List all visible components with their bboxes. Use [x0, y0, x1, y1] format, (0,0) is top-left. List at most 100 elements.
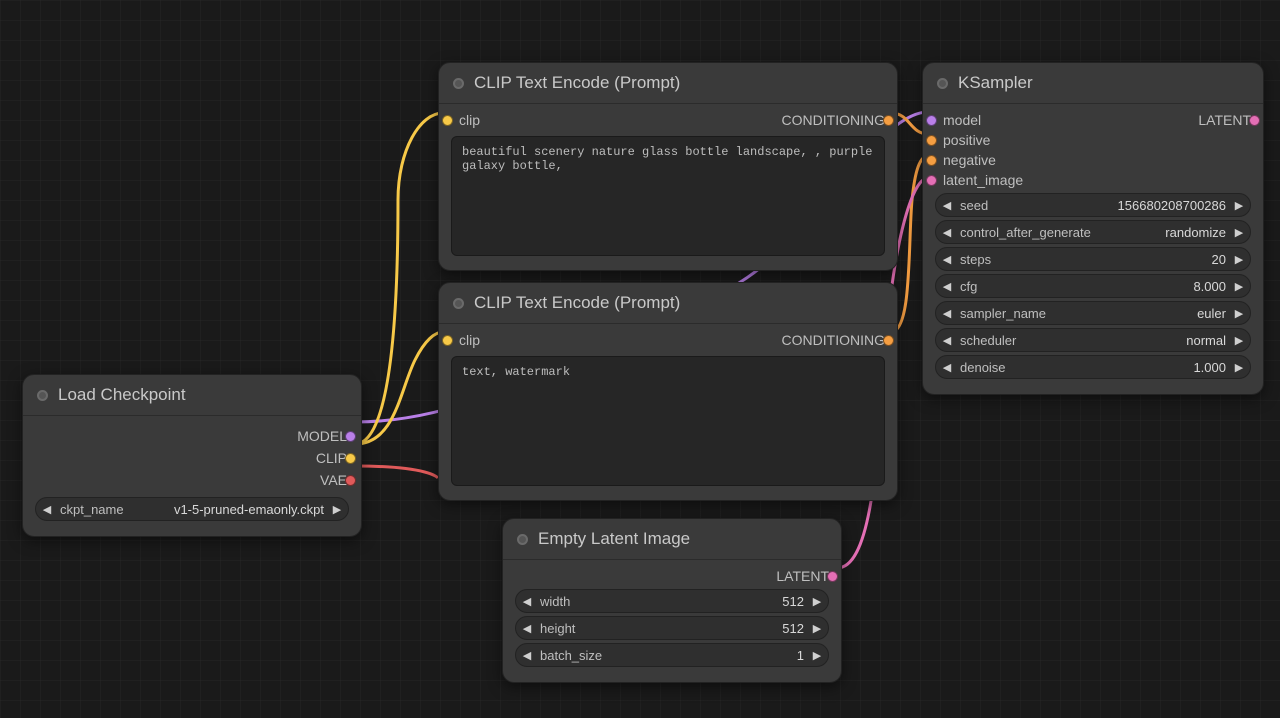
input-port-negative[interactable] [926, 155, 937, 166]
node-title: CLIP Text Encode (Prompt) [474, 73, 680, 93]
height-widget[interactable]: ◀ height 512 ▶ [515, 616, 829, 640]
output-label-clip: CLIP [316, 450, 347, 466]
output-label-latent: LATENT [776, 568, 829, 584]
output-label-vae: VAE [320, 472, 347, 488]
steps-value: 20 [1206, 252, 1232, 267]
input-port-positive[interactable] [926, 135, 937, 146]
seed-label: seed [954, 198, 994, 213]
output-port-model[interactable] [345, 431, 356, 442]
input-port-latent-image[interactable] [926, 175, 937, 186]
batch-size-value: 1 [791, 648, 810, 663]
ckpt-name-widget[interactable]: ◀ ckpt_name v1-5-pruned-emaonly.ckpt ▶ [35, 497, 349, 521]
node-clip-text-encode-negative[interactable]: CLIP Text Encode (Prompt) clip CONDITION… [438, 282, 898, 501]
denoise-widget[interactable]: ◀ denoise 1.000 ▶ [935, 355, 1251, 379]
ckpt-name-value: v1-5-pruned-emaonly.ckpt [168, 502, 330, 517]
chevron-left-icon[interactable]: ◀ [940, 334, 954, 347]
node-title: Empty Latent Image [538, 529, 690, 549]
output-label-conditioning: CONDITIONING [782, 332, 885, 348]
control-label: control_after_generate [954, 225, 1097, 240]
cfg-widget[interactable]: ◀ cfg 8.000 ▶ [935, 274, 1251, 298]
chevron-right-icon[interactable]: ▶ [330, 503, 344, 516]
sampler-name-widget[interactable]: ◀ sampler_name euler ▶ [935, 301, 1251, 325]
chevron-right-icon[interactable]: ▶ [1232, 226, 1246, 239]
input-label-positive: positive [943, 132, 990, 148]
batch-size-widget[interactable]: ◀ batch_size 1 ▶ [515, 643, 829, 667]
control-after-generate-widget[interactable]: ◀ control_after_generate randomize ▶ [935, 220, 1251, 244]
output-port-clip[interactable] [345, 453, 356, 464]
scheduler-value: normal [1180, 333, 1232, 348]
input-label-clip: clip [459, 112, 480, 128]
width-label: width [534, 594, 576, 609]
node-header[interactable]: Load Checkpoint [23, 375, 361, 416]
node-title: KSampler [958, 73, 1033, 93]
node-ksampler[interactable]: KSampler model LATENT positive negative … [922, 62, 1264, 395]
chevron-left-icon[interactable]: ◀ [940, 226, 954, 239]
node-header[interactable]: CLIP Text Encode (Prompt) [439, 63, 897, 104]
width-value: 512 [776, 594, 810, 609]
control-value: randomize [1159, 225, 1232, 240]
cfg-label: cfg [954, 279, 983, 294]
chevron-right-icon[interactable]: ▶ [1232, 361, 1246, 374]
collapse-toggle-icon[interactable] [453, 298, 464, 309]
input-label-model: model [943, 112, 981, 128]
chevron-left-icon[interactable]: ◀ [940, 199, 954, 212]
scheduler-widget[interactable]: ◀ scheduler normal ▶ [935, 328, 1251, 352]
chevron-left-icon[interactable]: ◀ [940, 361, 954, 374]
output-port-conditioning[interactable] [883, 115, 894, 126]
steps-widget[interactable]: ◀ steps 20 ▶ [935, 247, 1251, 271]
input-port-clip[interactable] [442, 335, 453, 346]
input-port-model[interactable] [926, 115, 937, 126]
node-load-checkpoint[interactable]: Load Checkpoint MODEL CLIP VAE ◀ ckpt_na… [22, 374, 362, 537]
chevron-left-icon[interactable]: ◀ [40, 503, 54, 516]
output-label-latent: LATENT [1198, 112, 1251, 128]
chevron-right-icon[interactable]: ▶ [1232, 253, 1246, 266]
input-port-clip[interactable] [442, 115, 453, 126]
node-header[interactable]: Empty Latent Image [503, 519, 841, 560]
output-label-model: MODEL [297, 428, 347, 444]
chevron-left-icon[interactable]: ◀ [520, 622, 534, 635]
node-empty-latent-image[interactable]: Empty Latent Image LATENT ◀ width 512 ▶ … [502, 518, 842, 683]
node-clip-text-encode-positive[interactable]: CLIP Text Encode (Prompt) clip CONDITION… [438, 62, 898, 271]
input-label-clip: clip [459, 332, 480, 348]
sampler-name-label: sampler_name [954, 306, 1052, 321]
chevron-left-icon[interactable]: ◀ [940, 307, 954, 320]
chevron-right-icon[interactable]: ▶ [1232, 307, 1246, 320]
collapse-toggle-icon[interactable] [453, 78, 464, 89]
chevron-right-icon[interactable]: ▶ [1232, 280, 1246, 293]
height-label: height [534, 621, 581, 636]
output-port-latent[interactable] [827, 571, 838, 582]
collapse-toggle-icon[interactable] [937, 78, 948, 89]
node-title: Load Checkpoint [58, 385, 186, 405]
chevron-left-icon[interactable]: ◀ [520, 649, 534, 662]
width-widget[interactable]: ◀ width 512 ▶ [515, 589, 829, 613]
node-header[interactable]: KSampler [923, 63, 1263, 104]
output-port-vae[interactable] [345, 475, 356, 486]
denoise-value: 1.000 [1187, 360, 1232, 375]
chevron-left-icon[interactable]: ◀ [940, 253, 954, 266]
chevron-right-icon[interactable]: ▶ [1232, 199, 1246, 212]
scheduler-label: scheduler [954, 333, 1022, 348]
chevron-right-icon[interactable]: ▶ [810, 622, 824, 635]
height-value: 512 [776, 621, 810, 636]
chevron-right-icon[interactable]: ▶ [810, 649, 824, 662]
chevron-left-icon[interactable]: ◀ [520, 595, 534, 608]
sampler-name-value: euler [1191, 306, 1232, 321]
chevron-left-icon[interactable]: ◀ [940, 280, 954, 293]
cfg-value: 8.000 [1187, 279, 1232, 294]
input-label-negative: negative [943, 152, 996, 168]
prompt-textarea[interactable]: text, watermark [451, 356, 885, 486]
collapse-toggle-icon[interactable] [517, 534, 528, 545]
input-label-latent-image: latent_image [943, 172, 1023, 188]
output-label-conditioning: CONDITIONING [782, 112, 885, 128]
node-header[interactable]: CLIP Text Encode (Prompt) [439, 283, 897, 324]
output-port-conditioning[interactable] [883, 335, 894, 346]
collapse-toggle-icon[interactable] [37, 390, 48, 401]
node-title: CLIP Text Encode (Prompt) [474, 293, 680, 313]
ckpt-name-label: ckpt_name [54, 502, 130, 517]
seed-widget[interactable]: ◀ seed 156680208700286 ▶ [935, 193, 1251, 217]
output-port-latent[interactable] [1249, 115, 1260, 126]
chevron-right-icon[interactable]: ▶ [810, 595, 824, 608]
steps-label: steps [954, 252, 997, 267]
chevron-right-icon[interactable]: ▶ [1232, 334, 1246, 347]
prompt-textarea[interactable]: beautiful scenery nature glass bottle la… [451, 136, 885, 256]
